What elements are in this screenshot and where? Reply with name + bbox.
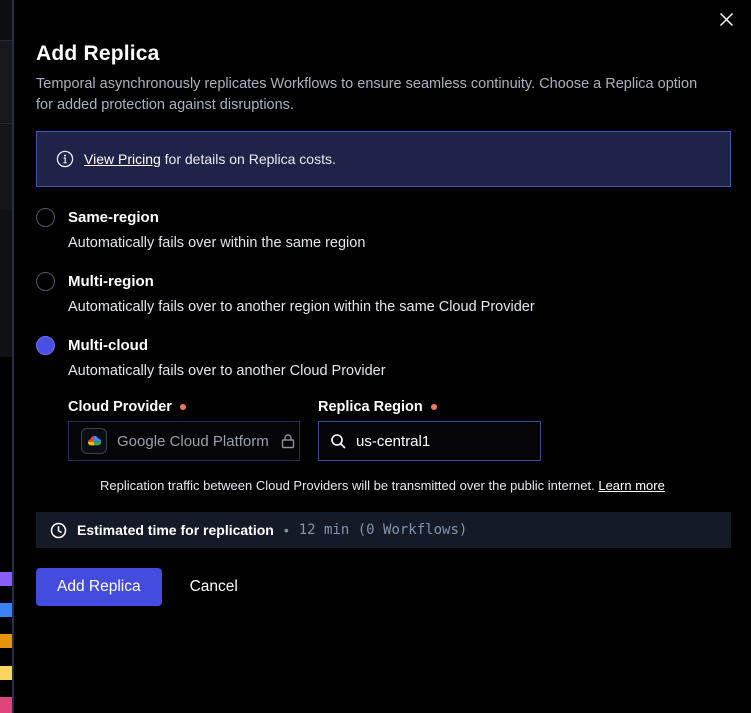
clock-icon	[50, 522, 67, 539]
estimate-label: Estimated time for replication	[77, 522, 274, 538]
cloud-provider-value: Google Cloud Platform	[117, 433, 269, 450]
radio-multi-cloud[interactable]	[36, 336, 55, 355]
color-block-blue	[0, 603, 12, 617]
color-block-orange	[0, 634, 12, 648]
modal-actions: Add Replica Cancel	[36, 568, 731, 606]
replica-region-input[interactable]	[356, 433, 529, 450]
color-block-pink	[0, 697, 12, 713]
option-label: Same-region	[68, 209, 159, 226]
google-cloud-icon	[81, 428, 107, 454]
radio-multi-region[interactable]	[36, 272, 55, 291]
estimate-separator: •	[284, 522, 289, 538]
option-description: Automatically fails over to another regi…	[68, 299, 731, 315]
estimate-value: 12 min (0 Workflows)	[299, 522, 468, 538]
cloud-provider-select[interactable]: Google Cloud Platform	[68, 421, 300, 461]
cancel-button[interactable]: Cancel	[190, 578, 238, 596]
option-description: Automatically fails over to another Clou…	[68, 363, 731, 379]
background-page-strip	[0, 0, 12, 713]
modal-content: Add Replica Temporal asynchronously repl…	[14, 0, 751, 606]
learn-more-link[interactable]: Learn more	[598, 478, 664, 493]
radio-same-region[interactable]	[36, 208, 55, 227]
pricing-banner-text: View Pricing for details on Replica cost…	[84, 151, 336, 167]
option-row: Multi-cloud	[36, 336, 731, 355]
add-replica-button[interactable]: Add Replica	[36, 568, 162, 606]
replica-region-label-row: Replica Region	[318, 399, 541, 415]
field-label: Replica Region	[318, 399, 423, 415]
option-same-region: Same-region Automatically fails over wit…	[36, 208, 731, 251]
cloud-provider-field: Cloud Provider	[68, 399, 300, 461]
pricing-info-banner: View Pricing for details on Replica cost…	[36, 131, 731, 187]
option-multi-cloud: Multi-cloud Automatically fails over to …	[36, 336, 731, 493]
cloud-provider-label-row: Cloud Provider	[68, 399, 300, 415]
modal-description: Temporal asynchronously replicates Workf…	[36, 74, 704, 115]
page-title: Add Replica	[36, 42, 731, 66]
replica-region-field: Replica Region	[318, 399, 541, 461]
estimated-time-banner: Estimated time for replication • 12 min …	[36, 512, 731, 548]
option-label: Multi-region	[68, 273, 154, 290]
replica-region-search-box	[318, 421, 541, 461]
color-block-purple	[0, 572, 12, 586]
pricing-banner-rest: for details on Replica costs.	[161, 151, 336, 167]
background-segment	[0, 0, 12, 40]
option-row: Multi-region	[36, 272, 731, 291]
background-segment	[0, 124, 12, 210]
field-label: Cloud Provider	[68, 399, 172, 415]
required-dot-icon	[180, 404, 186, 410]
option-multi-region: Multi-region Automatically fails over to…	[36, 272, 731, 315]
option-description: Automatically fails over within the same…	[68, 235, 731, 251]
lock-icon	[279, 432, 297, 450]
search-icon	[330, 433, 347, 450]
add-replica-modal: Add Replica Temporal asynchronously repl…	[14, 0, 751, 713]
color-block-yellow	[0, 666, 12, 680]
view-pricing-link[interactable]: View Pricing	[84, 151, 161, 167]
multi-cloud-form: Cloud Provider	[68, 399, 731, 493]
option-row: Same-region	[36, 208, 731, 227]
required-dot-icon	[431, 404, 437, 410]
info-icon	[56, 150, 74, 168]
option-label: Multi-cloud	[68, 337, 148, 354]
background-segment	[0, 41, 12, 123]
form-fields-row: Cloud Provider	[68, 399, 731, 461]
note-text: Replication traffic between Cloud Provid…	[100, 478, 598, 493]
public-internet-note: Replication traffic between Cloud Provid…	[100, 478, 731, 493]
background-segment	[0, 210, 12, 357]
